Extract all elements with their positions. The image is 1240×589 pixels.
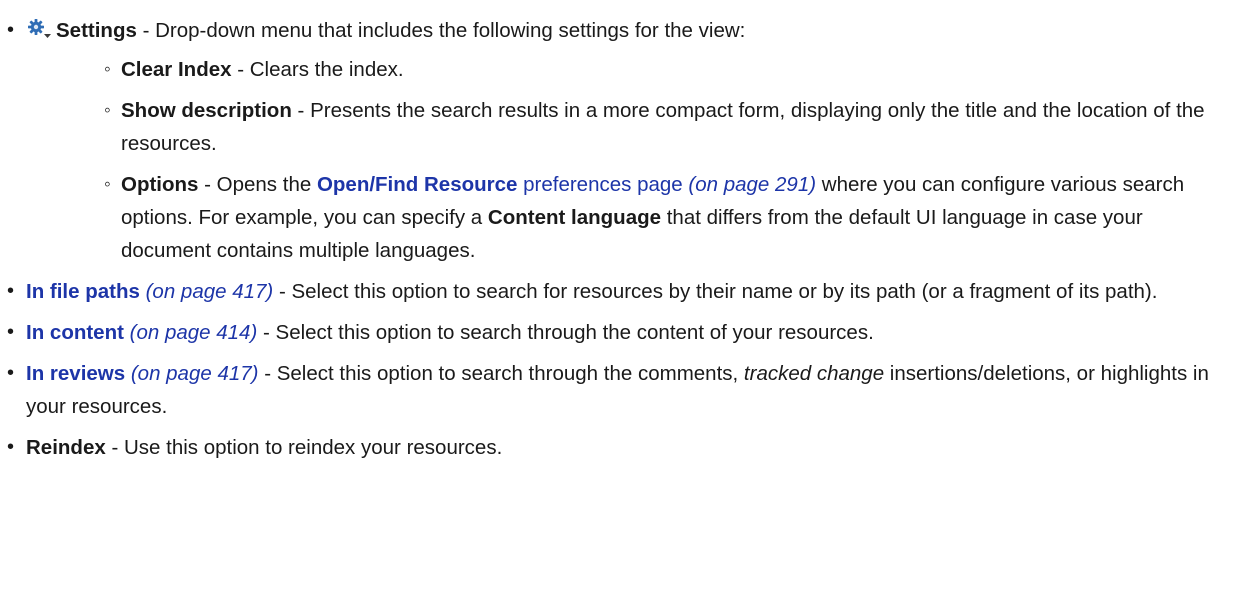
page-ref-291[interactable]: (on page 291) [683, 173, 816, 196]
list-item-in-file-paths: In file paths (on page 417) - Select thi… [6, 275, 1231, 308]
list-item-in-reviews: In reviews (on page 417) - Select this o… [6, 357, 1231, 423]
list-item-show-description: Show description - Presents the search r… [26, 94, 1231, 160]
in-file-paths-link[interactable]: In file paths [26, 280, 140, 303]
clear-index-desc: - Clears the index. [231, 58, 404, 81]
settings-term: Settings [56, 19, 137, 42]
list-item-options: Options - Opens the Open/Find Resource p… [26, 168, 1231, 267]
document-page: Settings - Drop-down menu that includes … [0, 0, 1240, 589]
reindex-term: Reindex [26, 436, 106, 459]
reindex-desc: - Use this option to reindex your resour… [105, 436, 503, 459]
in-content-desc: - Select this option to search through t… [257, 321, 874, 344]
clear-index-term: Clear Index [121, 58, 232, 81]
in-reviews-desc-1: - Select this option to search through t… [258, 362, 744, 385]
show-description-term: Show description [121, 99, 292, 122]
options-term: Options [121, 173, 199, 196]
page-ref-417-reviews[interactable]: (on page 417) [125, 362, 259, 385]
list-item-clear-index: Clear Index - Clears the index. [26, 53, 1231, 86]
open-find-resource-link[interactable]: Open/Find Resource [317, 173, 517, 196]
list-item-in-content: In content (on page 414) - Select this o… [6, 316, 1231, 349]
list-item-reindex: Reindex - Use this option to reindex you… [6, 431, 1231, 464]
in-content-link[interactable]: In content [26, 321, 124, 344]
in-file-paths-desc: - Select this option to search for resou… [273, 280, 1158, 303]
list-item-settings: Settings - Drop-down menu that includes … [6, 14, 1231, 267]
tracked-change-term: tracked change [743, 362, 885, 385]
settings-list: Settings - Drop-down menu that includes … [6, 14, 1231, 464]
page-ref-417-file-paths[interactable]: (on page 417) [140, 280, 274, 303]
in-reviews-link[interactable]: In reviews [26, 362, 125, 385]
page-ref-414[interactable]: (on page 414) [124, 321, 258, 344]
settings-gear-icon [28, 19, 51, 38]
content-language-term: Content language [487, 206, 662, 229]
options-desc-1: - Opens the [198, 173, 317, 196]
preferences-page-link[interactable]: preferences page [517, 173, 683, 196]
settings-sub-list: Clear Index - Clears the index. Show des… [26, 53, 1231, 267]
settings-desc: - Drop-down menu that includes the follo… [136, 19, 746, 42]
